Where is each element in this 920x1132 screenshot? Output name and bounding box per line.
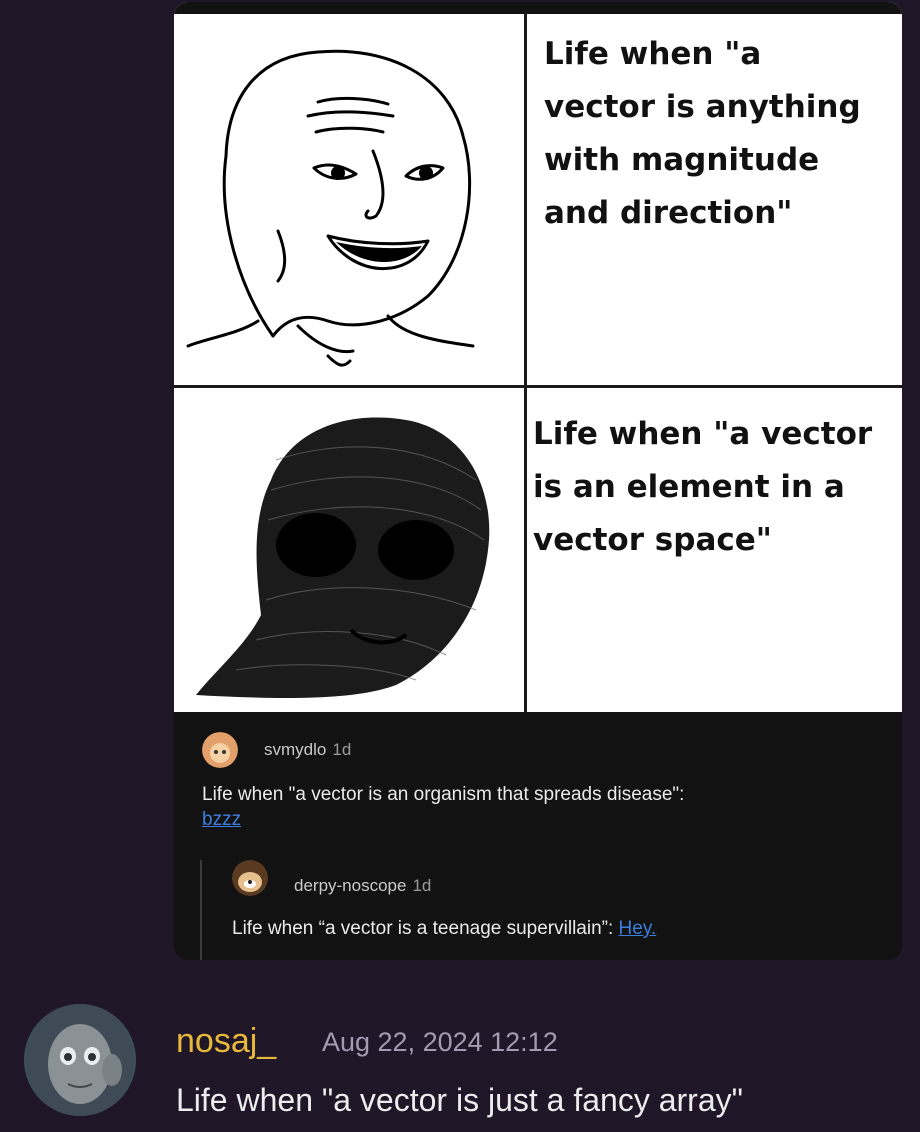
comment-2-meta: derpy-noscope 1d [294,876,431,896]
happy-wojak-drawing [186,49,475,367]
comment-1-body: Life when "a vector is an organism that … [202,782,882,832]
comment-2-age: 1d [412,876,432,895]
comment-1-text: Life when "a vector is an organism that … [202,784,685,805]
thread-line [200,860,202,960]
comment-1-link[interactable]: bzzz [202,809,241,830]
cartoon-avatar-icon [202,732,238,768]
caption-top: Life when "a vector is anything with mag… [544,36,861,231]
comment-1-age: 1d [332,740,352,759]
meme-divider-vertical [524,12,527,712]
message-username[interactable]: nosaj_ [176,1022,276,1061]
comment-2-link[interactable]: Hey. [619,918,657,939]
comment-1-user[interactable]: svmydlo [264,740,326,759]
meme-image: Life when "a vector is anything with mag… [174,2,902,712]
meme-top-border [174,2,902,14]
comment-2-body: Life when “a vector is a teenage supervi… [232,916,892,941]
comment-2-user[interactable]: derpy-noscope [294,876,406,895]
message-text: Life when "a vector is just a fancy arra… [176,1082,743,1118]
meme-divider-horizontal [174,385,902,388]
dog-avatar-icon [232,860,268,896]
caption-bottom: Life when "a vector is an element in a v… [533,416,873,558]
comment-1-meta: svmydlo 1d [264,740,351,760]
sad-wojak-drawing [196,417,490,698]
comment-2-text: Life when “a vector is a teenage supervi… [232,918,614,939]
message-timestamp: Aug 22, 2024 12:12 [322,1027,558,1057]
user-avatar[interactable] [24,1004,136,1116]
